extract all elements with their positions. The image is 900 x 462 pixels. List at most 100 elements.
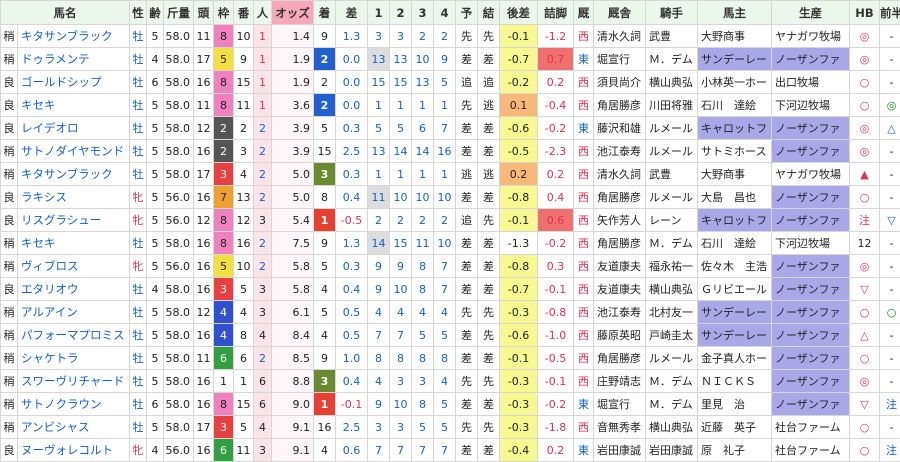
cell-diff: 0.4: [336, 278, 368, 301]
table-row[interactable]: 稍パフォーマプロミス牡558.0164848.440.57755差先-0.6-1…: [1, 324, 900, 347]
cell-name[interactable]: キセキ: [18, 232, 130, 255]
header-18[interactable]: 詰脚: [538, 1, 574, 25]
header-11[interactable]: 1: [368, 1, 390, 25]
cell-c2: 10: [390, 186, 412, 209]
cell-ke: 差: [478, 48, 500, 71]
table-row[interactable]: 稍キタサンブラック牡558.01181011.491.33322先先-0.1-1…: [1, 25, 900, 48]
header-10[interactable]: 差: [336, 1, 368, 25]
cell-odds: 3.9: [272, 117, 314, 140]
cell-name[interactable]: サトノダイヤモンド: [18, 140, 130, 163]
cell-name[interactable]: リスグラシュー: [18, 209, 130, 232]
cell-name[interactable]: ヌーヴォレコルト: [18, 439, 130, 462]
cell-jockey: 福永祐一: [646, 255, 698, 278]
table-row[interactable]: 稍ドゥラメンテ牡458.0175911.920.01313109差差-0.70.…: [1, 48, 900, 71]
cell-name[interactable]: エタリオウ: [18, 278, 130, 301]
table-row[interactable]: 稍サトノクラウン牡658.01681569.01-0.191085差差-0.3-…: [1, 393, 900, 416]
header-24[interactable]: HB: [850, 1, 880, 25]
header-17[interactable]: 後差: [500, 1, 538, 25]
cell-name[interactable]: ヴィブロス: [18, 255, 130, 278]
cell-jockey: 横山典弘: [646, 71, 698, 94]
header-6[interactable]: 番: [234, 1, 254, 25]
cell-owner: Ｇリビエール: [698, 278, 772, 301]
cell-ke: 差: [478, 117, 500, 140]
header-2[interactable]: 齢: [147, 1, 164, 25]
table-row[interactable]: 良ゴールドシップ牡658.01681511.920.01515135追追-0.2…: [1, 71, 900, 94]
cell-cond: 稍: [1, 232, 18, 255]
header-25[interactable]: 前半: [880, 1, 900, 25]
cell-atd: -0.4: [500, 439, 538, 462]
cell-tsume: 0.3: [538, 255, 574, 278]
header-9[interactable]: 着: [314, 1, 336, 25]
cell-name[interactable]: キセキ: [18, 94, 130, 117]
table-row[interactable]: 稍シャケトラ牡558.0116628.591.08888差差-0.1-0.5西角…: [1, 347, 900, 370]
cell-name[interactable]: スワーヴリチャード: [18, 370, 130, 393]
cell-waku: 7: [214, 186, 234, 209]
table-row[interactable]: 稍スワーヴリチャード牡558.0161168.830.44334先先-0.3-0…: [1, 370, 900, 393]
header-7[interactable]: 人: [254, 1, 272, 25]
cell-pop: 2: [254, 140, 272, 163]
table-row[interactable]: 稍アルアイン牡558.0124436.150.54444先先-0.3-0.8西池…: [1, 301, 900, 324]
table-row[interactable]: 良キセキ牡558.01181113.620.01111先逃0.1-0.4西角居勝…: [1, 94, 900, 117]
header-12[interactable]: 2: [390, 1, 412, 25]
cell-c2: 3: [390, 25, 412, 48]
cell-name[interactable]: アンビシャス: [18, 416, 130, 439]
cell-name[interactable]: キタサンブラック: [18, 163, 130, 186]
cell-name[interactable]: ドゥラメンテ: [18, 48, 130, 71]
cell-cond: 稍: [1, 140, 18, 163]
cell-c3: 4: [412, 301, 434, 324]
table-row[interactable]: 稍キタサンブラック牡558.0173425.030.31111逃逃0.20.2西…: [1, 163, 900, 186]
cell-diff: 0.6: [336, 439, 368, 462]
header-14[interactable]: 4: [434, 1, 456, 25]
header-23[interactable]: 生産: [772, 1, 850, 25]
table-row[interactable]: 良レイデオロ牡558.0122223.950.35567差差-0.6-0.2東藤…: [1, 117, 900, 140]
cell-stable: 西: [574, 25, 594, 48]
cell-name[interactable]: シャケトラ: [18, 347, 130, 370]
cell-stable: 西: [574, 94, 594, 117]
header-22[interactable]: 馬主: [698, 1, 772, 25]
header-16[interactable]: 結: [478, 1, 500, 25]
table-body: 稍キタサンブラック牡558.01181011.491.33322先先-0.1-1…: [1, 25, 900, 462]
cell-diff: 0.3: [336, 163, 368, 186]
cell-c1: 14: [368, 232, 390, 255]
cell-tsume: -0.1: [538, 370, 574, 393]
cell-yo: 差: [456, 186, 478, 209]
cell-ban: 9: [234, 48, 254, 71]
header-5[interactable]: 枠: [214, 1, 234, 25]
header-20[interactable]: 厩舎: [594, 1, 646, 25]
cell-breeder: ノーザンファ: [772, 117, 850, 140]
cell-cond: 良: [1, 209, 18, 232]
header-13[interactable]: 3: [412, 1, 434, 25]
cell-jockey: 横山典弘: [646, 278, 698, 301]
cell-c3: 1: [412, 94, 434, 117]
header-19[interactable]: 厩: [574, 1, 594, 25]
cell-name[interactable]: アルアイン: [18, 301, 130, 324]
cell-jockey: 岩田康誠: [646, 439, 698, 462]
cell-name[interactable]: キタサンブラック: [18, 25, 130, 48]
cell-ke: 先: [478, 324, 500, 347]
header-8[interactable]: オッズ: [272, 1, 314, 25]
cell-name[interactable]: ラキシス: [18, 186, 130, 209]
table-row[interactable]: 稍アンビシャス牡558.0173549.1162.53355先先-0.3-1.8…: [1, 416, 900, 439]
table-row[interactable]: 良ヌーヴォレコルト牝456.01661139.140.67777差差-0.40.…: [1, 439, 900, 462]
table-row[interactable]: 稍キセキ牡558.01681627.591.314151110差差-1.3-0.…: [1, 232, 900, 255]
header-15[interactable]: 予: [456, 1, 478, 25]
header-1[interactable]: 性: [130, 1, 147, 25]
cell-name[interactable]: パフォーマプロミス: [18, 324, 130, 347]
table-row[interactable]: 良エタリオウ牡458.0163535.840.491087差差-0.7-0.1西…: [1, 278, 900, 301]
cell-atd: -0.6: [500, 324, 538, 347]
cell-heads: 17: [194, 163, 214, 186]
table-row[interactable]: 稍ヴィブロス牝556.01651025.850.39987差差-0.80.3西友…: [1, 255, 900, 278]
header-21[interactable]: 騎手: [646, 1, 698, 25]
cell-breeder: ヤナガワ牧場: [772, 163, 850, 186]
table-row[interactable]: 良ラキシス牝556.01671325.080.411101010差差-0.80.…: [1, 186, 900, 209]
cell-name[interactable]: サトノクラウン: [18, 393, 130, 416]
cell-pop: 2: [254, 186, 272, 209]
header-4[interactable]: 頭: [194, 1, 214, 25]
table-row[interactable]: 稍サトノダイヤモンド牡558.0162323.9152.513141416差差-…: [1, 140, 900, 163]
table-row[interactable]: 良リスグラシュー牝556.01281235.41-0.52222追先-0.10.…: [1, 209, 900, 232]
cell-hb: ◎: [850, 255, 880, 278]
header-3[interactable]: 斤量: [164, 1, 194, 25]
cell-c4: 2: [434, 25, 456, 48]
cell-name[interactable]: ゴールドシップ: [18, 71, 130, 94]
cell-name[interactable]: レイデオロ: [18, 117, 130, 140]
